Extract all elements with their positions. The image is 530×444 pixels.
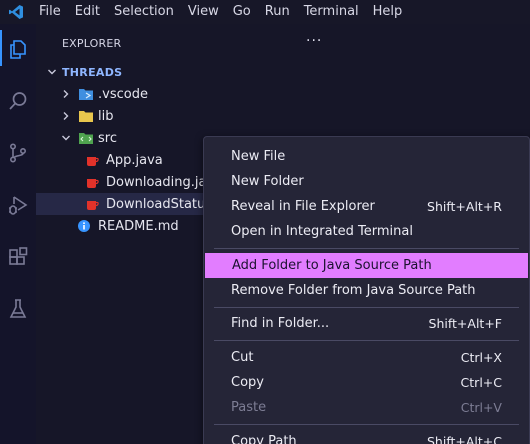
menu-item-label: Open in Integrated Terminal bbox=[231, 224, 413, 239]
tree-item-label: src bbox=[98, 130, 117, 146]
tree-item-label: lib bbox=[98, 108, 114, 124]
menu-item-label: Reveal in File Explorer bbox=[231, 199, 375, 214]
menu-item-label: New File bbox=[231, 149, 286, 164]
menu-item-label: New Folder bbox=[231, 174, 304, 189]
tree-item-label: README.md bbox=[98, 218, 179, 234]
menu-item-reveal-in-file-explorer[interactable]: Reveal in File Explorer Shift+Alt+R bbox=[204, 194, 529, 219]
menu-item-paste[interactable]: Paste Ctrl+V bbox=[204, 395, 529, 420]
menu-edit[interactable]: Edit bbox=[68, 0, 107, 24]
tree-item-label: App.java bbox=[106, 152, 163, 168]
menu-item-label: Cut bbox=[231, 350, 254, 365]
menu-terminal[interactable]: Terminal bbox=[297, 0, 366, 24]
extensions-icon[interactable] bbox=[5, 244, 31, 270]
menu-item-shortcut: Shift+Alt+R bbox=[427, 199, 502, 214]
tree-item-vscode[interactable]: .vscode bbox=[36, 83, 530, 105]
menu-item-label: Copy Path bbox=[231, 434, 297, 444]
chevron-right-icon bbox=[60, 88, 72, 100]
java-file-icon bbox=[84, 152, 100, 168]
menu-separator bbox=[214, 340, 519, 341]
menu-item-shortcut: Ctrl+X bbox=[460, 350, 502, 365]
testing-icon[interactable] bbox=[5, 296, 31, 322]
src-folder-icon bbox=[78, 130, 94, 146]
vscode-logo-icon bbox=[0, 0, 32, 24]
menu-item-shortcut: Ctrl+C bbox=[460, 375, 502, 390]
info-icon bbox=[76, 218, 92, 234]
source-control-icon[interactable] bbox=[5, 140, 31, 166]
chevron-down-icon bbox=[60, 132, 72, 144]
context-menu: New File New Folder Reveal in File Explo… bbox=[203, 136, 530, 444]
workspace-section-header[interactable]: THREADS bbox=[36, 61, 530, 83]
menu-item-label: Remove Folder from Java Source Path bbox=[231, 283, 476, 298]
java-file-icon bbox=[84, 174, 100, 190]
menu-run[interactable]: Run bbox=[258, 0, 297, 24]
menu-go[interactable]: Go bbox=[226, 0, 258, 24]
menu-help[interactable]: Help bbox=[366, 0, 410, 24]
menu-view[interactable]: View bbox=[181, 0, 226, 24]
run-debug-icon[interactable] bbox=[5, 192, 31, 218]
activity-bar bbox=[0, 24, 36, 444]
menu-item-cut[interactable]: Cut Ctrl+X bbox=[204, 345, 529, 370]
search-icon[interactable] bbox=[5, 88, 31, 114]
explorer-title: EXPLORER bbox=[62, 37, 122, 50]
menu-file[interactable]: File bbox=[32, 0, 68, 24]
menu-item-shortcut: Shift+Alt+C bbox=[426, 434, 502, 444]
vscode-folder-icon bbox=[78, 86, 94, 102]
menu-item-shortcut: Ctrl+V bbox=[460, 400, 502, 415]
workspace-section-label: THREADS bbox=[62, 65, 123, 79]
java-file-icon bbox=[84, 196, 100, 212]
tree-item-lib[interactable]: lib bbox=[36, 105, 530, 127]
tree-item-label: .vscode bbox=[98, 86, 148, 102]
menu-item-add-folder-to-java-source-path[interactable]: Add Folder to Java Source Path bbox=[205, 253, 528, 278]
menu-item-shortcut: Shift+Alt+F bbox=[428, 316, 502, 331]
more-actions-icon[interactable]: ··· bbox=[306, 33, 322, 49]
menu-separator bbox=[214, 424, 519, 425]
chevron-down-icon bbox=[46, 66, 58, 78]
menu-bar: File Edit Selection View Go Run Terminal… bbox=[0, 0, 530, 24]
menu-item-copy-path[interactable]: Copy Path Shift+Alt+C bbox=[204, 429, 529, 444]
menu-item-open-in-terminal[interactable]: Open in Integrated Terminal bbox=[204, 219, 529, 244]
files-icon[interactable] bbox=[0, 30, 31, 66]
menu-item-label: Find in Folder... bbox=[231, 316, 330, 331]
menu-item-new-file[interactable]: New File bbox=[204, 144, 529, 169]
menu-selection[interactable]: Selection bbox=[107, 0, 181, 24]
menu-item-remove-folder-from-java-source-path[interactable]: Remove Folder from Java Source Path bbox=[204, 278, 529, 303]
menu-item-label: Add Folder to Java Source Path bbox=[232, 258, 432, 273]
menu-separator bbox=[214, 307, 519, 308]
menu-item-label: Copy bbox=[231, 375, 264, 390]
chevron-right-icon bbox=[60, 110, 72, 122]
menu-item-new-folder[interactable]: New Folder bbox=[204, 169, 529, 194]
menu-item-label: Paste bbox=[231, 400, 267, 415]
folder-icon bbox=[78, 108, 94, 124]
menu-item-find-in-folder[interactable]: Find in Folder... Shift+Alt+F bbox=[204, 311, 529, 336]
menu-separator bbox=[214, 248, 519, 249]
menu-item-copy[interactable]: Copy Ctrl+C bbox=[204, 370, 529, 395]
